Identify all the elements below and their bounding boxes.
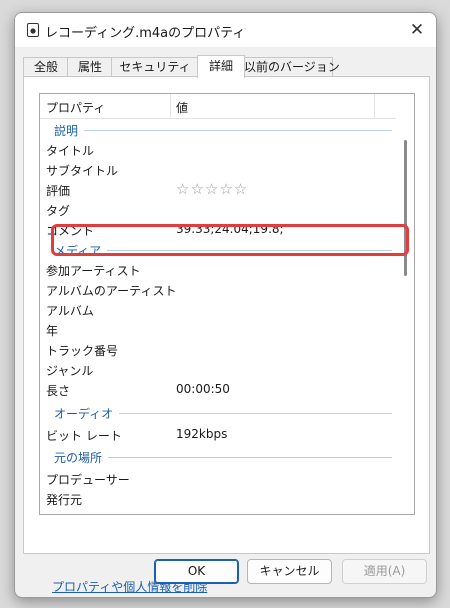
column-header-value[interactable]: 値 xyxy=(176,99,188,116)
list-item[interactable]: ビット レート 192kbps xyxy=(40,425,414,445)
column-header-property[interactable]: プロパティ xyxy=(46,99,105,116)
property-list[interactable]: プロパティ 値 説明 タイトル サブタイトル 評価 ☆☆☆☆☆ タグ コメント 39… xyxy=(39,93,415,515)
window-title: レコーディング.m4aのプロパティ xyxy=(45,26,246,41)
group-audio: オーディオ xyxy=(40,403,414,423)
tab-attributes[interactable]: 属性 xyxy=(67,57,113,77)
list-item[interactable]: アルバムのアーティスト xyxy=(40,280,414,300)
list-item[interactable]: 長さ 00:00:50 xyxy=(40,380,414,400)
tab-previous-versions[interactable]: 以前のバージョン xyxy=(243,57,340,77)
group-description: 説明 xyxy=(40,120,414,140)
rating-stars[interactable]: ☆☆☆☆☆ xyxy=(176,180,248,198)
cancel-button[interactable]: キャンセル xyxy=(247,559,332,584)
list-item[interactable]: 評価 ☆☆☆☆☆ xyxy=(40,180,414,200)
close-icon: ✕ xyxy=(409,20,425,40)
title-bar: レコーディング.m4aのプロパティ ✕ xyxy=(15,13,436,47)
close-button[interactable]: ✕ xyxy=(406,19,428,41)
list-item[interactable]: 年 xyxy=(40,320,414,340)
apply-button[interactable]: 適用(A) xyxy=(342,559,427,584)
list-item[interactable]: 参加アーティスト xyxy=(40,260,414,280)
list-item[interactable]: トラック番号 xyxy=(40,340,414,360)
tab-details[interactable]: 詳細 xyxy=(197,55,245,78)
list-item[interactable]: タイトル xyxy=(40,140,414,160)
list-item[interactable]: アルバム xyxy=(40,300,414,320)
list-item[interactable]: 発行元 xyxy=(40,489,414,509)
details-panel: プロパティ 値 説明 タイトル サブタイトル 評価 ☆☆☆☆☆ タグ コメント 39… xyxy=(23,76,430,594)
column-divider[interactable] xyxy=(170,94,171,118)
list-header: プロパティ 値 xyxy=(40,94,414,119)
group-origin: 元の場所 xyxy=(40,447,414,467)
list-item[interactable]: プロデューサー xyxy=(40,469,414,489)
list-item[interactable]: ジャンル xyxy=(40,360,414,380)
list-item[interactable]: タグ xyxy=(40,200,414,220)
audio-file-icon xyxy=(27,23,39,37)
list-item[interactable]: サブタイトル xyxy=(40,160,414,180)
vertical-scrollbar[interactable] xyxy=(396,94,414,514)
tab-general[interactable]: 全般 xyxy=(23,57,69,77)
column-divider[interactable] xyxy=(374,94,375,118)
properties-dialog: レコーディング.m4aのプロパティ ✕ 全般 属性 セキュリティ 詳細 以前のバ… xyxy=(14,12,437,598)
ok-button[interactable]: OK xyxy=(154,559,239,584)
tab-security[interactable]: セキュリティ xyxy=(111,57,199,77)
comment-highlight-annotation xyxy=(51,224,409,256)
